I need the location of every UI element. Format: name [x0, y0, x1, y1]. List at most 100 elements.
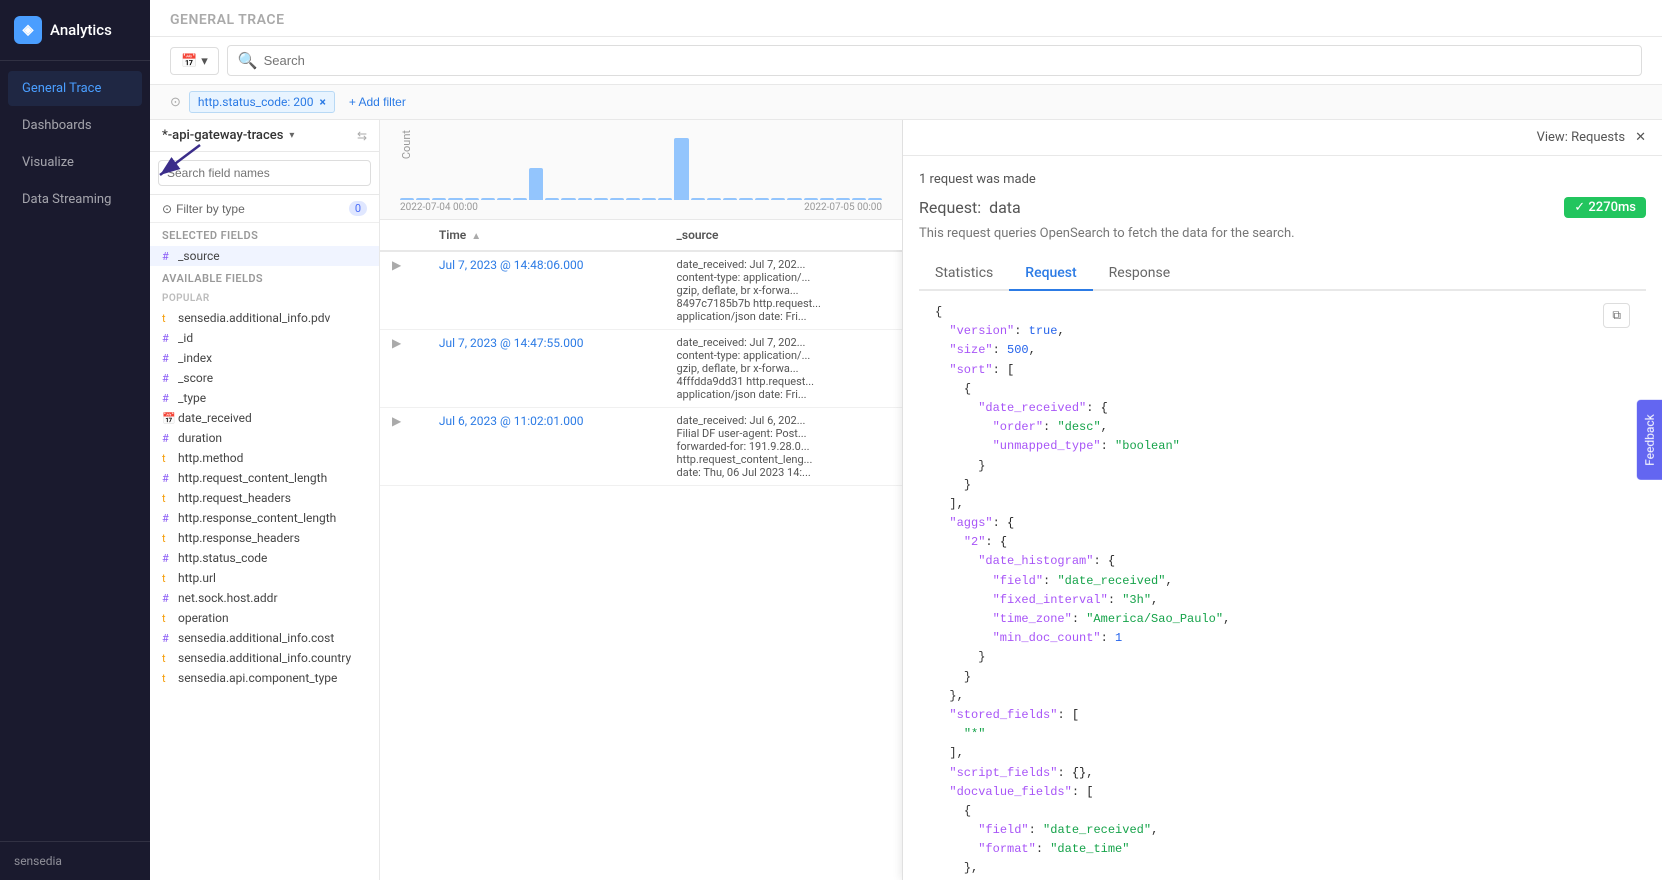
json-line: "field": "date_received",	[935, 572, 1630, 591]
json-line: "version": true,	[935, 322, 1630, 341]
json-line: "time_zone": "America/Sao_Paulo",	[935, 610, 1630, 629]
data-table: Time ▲ _source ▶Jul 7, 2023 @ 14:48:06.0…	[380, 220, 902, 880]
table-row[interactable]: ▶Jul 6, 2023 @ 11:02:01.000date_received…	[380, 408, 902, 486]
filter-count-badge: 0	[349, 201, 367, 216]
tab-statistics[interactable]: Statistics	[919, 257, 1009, 291]
field-name: _index	[178, 351, 212, 365]
index-name: *-api-gateway-traces	[162, 128, 283, 143]
field-item[interactable]: 📅date_received	[150, 408, 379, 428]
calendar-icon: 📅	[181, 53, 197, 69]
table-row[interactable]: ▶Jul 7, 2023 @ 14:48:06.000date_received…	[380, 251, 902, 330]
filter-type-row: ⊙ Filter by type 0	[150, 195, 379, 223]
row-time: Jul 7, 2023 @ 14:48:06.000	[427, 251, 665, 330]
feedback-button[interactable]: Feedback	[1637, 400, 1662, 480]
field-name: http.url	[178, 571, 216, 585]
sidebar-item-visualize[interactable]: Visualize	[8, 145, 142, 180]
chart-bar	[820, 198, 834, 200]
filter-type-label: Filter by type	[176, 202, 245, 216]
chart-bar	[481, 198, 495, 200]
request-title-row: Request: data ✓ 2270ms	[919, 197, 1646, 218]
row-expand-button[interactable]: ▶	[380, 330, 427, 408]
chevron-down-icon: ▾	[289, 130, 294, 141]
chart-bar	[416, 198, 430, 200]
field-item[interactable]: #http.response_content_length	[150, 508, 379, 528]
field-type-icon: t	[162, 652, 172, 665]
field-name: sensedia.additional_info.pdv	[178, 311, 330, 325]
chart-label-end: 2022-07-05 00:00	[804, 202, 882, 213]
filter-remove-button[interactable]: ×	[319, 95, 325, 109]
field-item-source[interactable]: # _source	[150, 246, 379, 266]
field-name: duration	[178, 431, 222, 445]
tab-request[interactable]: Request	[1009, 257, 1092, 291]
field-item[interactable]: #http.status_code	[150, 548, 379, 568]
field-item[interactable]: thttp.url	[150, 568, 379, 588]
field-name: _score	[178, 371, 213, 385]
field-item[interactable]: #net.sock.host.addr	[150, 588, 379, 608]
field-search-input[interactable]	[158, 160, 371, 186]
chart-bar	[755, 198, 769, 200]
sidebar-item-data-streaming[interactable]: Data Streaming	[8, 182, 142, 217]
field-item[interactable]: #_type	[150, 388, 379, 408]
filter-chip-status[interactable]: http.status_code: 200 ×	[189, 91, 335, 113]
field-item[interactable]: #_index	[150, 348, 379, 368]
field-item[interactable]: toperation	[150, 608, 379, 628]
time-filter-button[interactable]: 📅 ▾	[170, 47, 219, 75]
sidebar-item-general-trace[interactable]: General Trace	[8, 71, 142, 106]
field-type-icon: #	[162, 632, 172, 645]
count-axis-label: Count	[400, 130, 413, 159]
field-type-icon: t	[162, 672, 172, 685]
field-item[interactable]: t sensedia.api.component_type	[150, 668, 379, 688]
main-content: GENERAL TRACE 📅 ▾ 🔍 ⊙ http.status_code: …	[150, 0, 1662, 880]
add-filter-button[interactable]: + Add filter	[343, 92, 412, 112]
field-item[interactable]: #_score	[150, 368, 379, 388]
field-name: _source	[178, 249, 220, 263]
table-row[interactable]: ▶Jul 7, 2023 @ 14:47:55.000date_received…	[380, 330, 902, 408]
json-line: "unmapped_type": "boolean"	[935, 437, 1630, 456]
field-name: http.method	[178, 451, 243, 465]
field-type-icon: #	[162, 332, 172, 345]
chart-bar	[432, 198, 446, 200]
field-name: net.sock.host.addr	[178, 591, 278, 605]
chart-bar	[642, 198, 656, 200]
request-made-text: 1 request was made	[919, 172, 1646, 187]
json-line: "2": {	[935, 533, 1630, 552]
field-name: sensedia.api.component_type	[178, 671, 337, 685]
field-item[interactable]: #duration	[150, 428, 379, 448]
json-line: "stored_fields": [	[935, 706, 1630, 725]
view-requests-button[interactable]: View: Requests ✕	[1537, 130, 1646, 145]
sidebar: ◈ Analytics General TraceDashboardsVisua…	[0, 0, 150, 880]
search-bar[interactable]: 🔍	[227, 45, 1642, 76]
json-line: "order": "desc",	[935, 418, 1630, 437]
field-type-icon: #	[162, 250, 172, 263]
field-item[interactable]: tsensedia.additional_info.country	[150, 648, 379, 668]
field-item[interactable]: thttp.method	[150, 448, 379, 468]
filter-by-type-button[interactable]: ⊙ Filter by type	[162, 202, 245, 216]
row-expand-button[interactable]: ▶	[380, 408, 427, 486]
row-time: Jul 6, 2023 @ 11:02:01.000	[427, 408, 665, 486]
sidebar-item-dashboards[interactable]: Dashboards	[8, 108, 142, 143]
filter-chip-label: http.status_code: 200	[198, 95, 314, 109]
index-selector[interactable]: *-api-gateway-traces ▾ ⇆	[150, 120, 379, 152]
field-type-icon: 📅	[162, 412, 172, 425]
field-item[interactable]: #http.request_content_length	[150, 468, 379, 488]
row-expand-button[interactable]: ▶	[380, 251, 427, 330]
sidebar-logo[interactable]: ◈ Analytics	[0, 0, 150, 61]
toolbar: 📅 ▾ 🔍	[150, 37, 1662, 85]
copy-json-button[interactable]: ⧉	[1603, 303, 1630, 328]
field-type-icon: #	[162, 552, 172, 565]
time-badge: ✓ 2270ms	[1564, 197, 1646, 218]
field-item[interactable]: thttp.response_headers	[150, 528, 379, 548]
json-line: {	[935, 303, 1630, 322]
field-type-icon: #	[162, 392, 172, 405]
field-item[interactable]: #_id	[150, 328, 379, 348]
col-time[interactable]: Time ▲	[427, 220, 665, 251]
chevron-down-icon: ▾	[201, 53, 208, 69]
field-item[interactable]: thttp.request_headers	[150, 488, 379, 508]
chart-bar	[771, 198, 785, 200]
tab-response[interactable]: Response	[1093, 257, 1187, 291]
search-input[interactable]	[264, 53, 1631, 68]
field-item[interactable]: #sensedia.additional_info.cost	[150, 628, 379, 648]
field-search[interactable]	[150, 152, 379, 195]
tabs-row: Statistics Request Response	[919, 257, 1646, 291]
field-item[interactable]: tsensedia.additional_info.pdv	[150, 308, 379, 328]
